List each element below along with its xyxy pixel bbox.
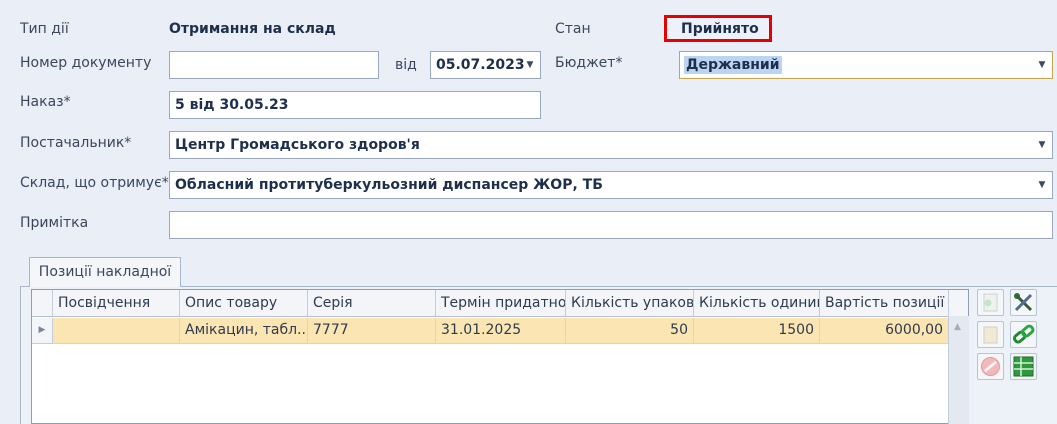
- doc-number-input[interactable]: [169, 51, 379, 79]
- status-value: Прийнято: [681, 21, 759, 37]
- supplier-select[interactable]: Центр Громадського здоров'я ▼: [169, 131, 1053, 159]
- cell-certificate[interactable]: [53, 318, 180, 344]
- budget-select[interactable]: Державний ▼: [679, 51, 1053, 79]
- chevron-down-icon[interactable]: ▼: [1036, 132, 1048, 158]
- cell-cost[interactable]: 6000,00: [820, 318, 949, 344]
- column-header[interactable]: Кількість упаковс: [566, 290, 694, 317]
- link-icon: [1012, 324, 1035, 344]
- header-filler: [949, 290, 968, 317]
- scroll-up-icon[interactable]: ▲: [954, 322, 961, 332]
- doc-number-label: Номер документу: [20, 55, 152, 71]
- edit-icon: [983, 326, 998, 344]
- order-value: 5 від 30.05.23: [175, 97, 289, 113]
- column-header[interactable]: Посвідчення: [53, 290, 180, 317]
- column-header[interactable]: Вартість позиції: [820, 290, 949, 317]
- status-badge: Прийнято: [664, 15, 772, 42]
- row-indicator-header: [32, 290, 53, 317]
- column-header[interactable]: Серія: [308, 290, 436, 317]
- cell-description[interactable]: Амікацин, табл...: [180, 318, 308, 344]
- table-button[interactable]: [1010, 353, 1037, 380]
- cell-units[interactable]: 1500: [694, 318, 820, 344]
- budget-label: Бюджет*: [555, 55, 623, 71]
- type-label: Тип дії: [20, 21, 69, 37]
- tab-positions[interactable]: Позиції накладної: [29, 257, 181, 287]
- date-picker[interactable]: 05.07.2023 ▼: [430, 51, 541, 79]
- type-value: Отримання на склад: [169, 21, 336, 37]
- date-from-label: від: [395, 57, 417, 73]
- delete-icon: [981, 357, 1000, 376]
- note-input[interactable]: [169, 211, 1053, 239]
- date-value: 05.07.2023: [436, 57, 525, 73]
- delete-button[interactable]: [977, 353, 1004, 380]
- table-icon: [1013, 356, 1034, 377]
- link-button[interactable]: [1010, 321, 1037, 348]
- cell-expiry[interactable]: 31.01.2025: [436, 318, 566, 344]
- add-icon: [983, 293, 998, 312]
- cell-series[interactable]: 7777: [308, 318, 436, 344]
- row-pointer-icon: ▶: [32, 318, 53, 344]
- column-header[interactable]: Кількість одиниц: [694, 290, 820, 317]
- budget-value: Державний: [684, 56, 782, 74]
- order-label: Наказ*: [20, 94, 71, 110]
- order-input[interactable]: 5 від 30.05.23: [169, 91, 541, 119]
- warehouse-value: Обласний протитуберкульозний диспансер Ж…: [175, 177, 603, 193]
- warehouse-select[interactable]: Обласний протитуберкульозний диспансер Ж…: [169, 171, 1053, 199]
- add-button[interactable]: [977, 289, 1004, 316]
- chevron-down-icon[interactable]: ▼: [524, 52, 536, 78]
- settings-tools-icon: [1014, 293, 1033, 312]
- grid-scrollbar[interactable]: ▲: [948, 316, 969, 424]
- supplier-label: Постачальник*: [20, 135, 132, 151]
- supplier-value: Центр Громадського здоров'я: [175, 137, 420, 153]
- chevron-down-icon[interactable]: ▼: [1036, 52, 1048, 78]
- column-header[interactable]: Опис товару: [180, 290, 308, 317]
- status-label: Стан: [555, 21, 591, 37]
- cell-packages[interactable]: 50: [566, 318, 694, 344]
- warehouse-label: Склад, що отримує*: [20, 175, 169, 191]
- positions-grid: Посвідчення Опис товару Серія Термін при…: [31, 289, 969, 424]
- chevron-down-icon[interactable]: ▼: [1036, 172, 1048, 198]
- edit-button[interactable]: [977, 321, 1004, 348]
- column-header[interactable]: Термін придатно: [436, 290, 566, 317]
- note-label: Примітка: [20, 215, 89, 231]
- tools-button[interactable]: [1010, 289, 1037, 316]
